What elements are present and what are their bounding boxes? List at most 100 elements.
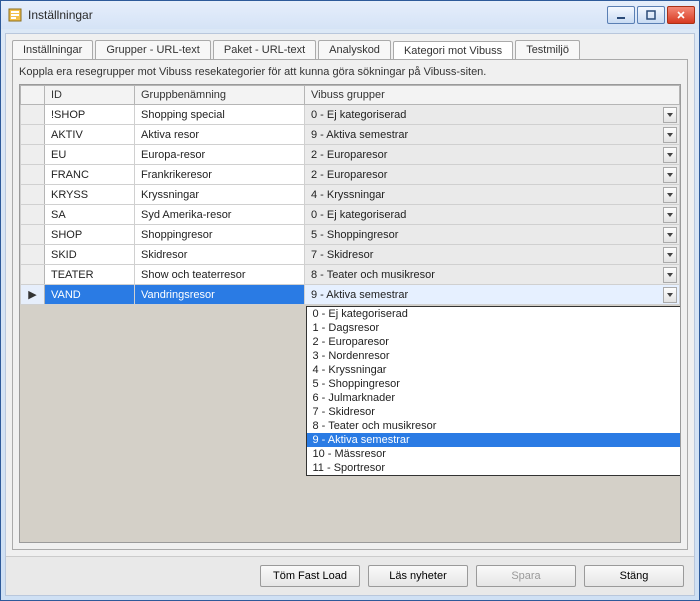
table-row[interactable]: !SHOPShopping special0 - Ej kategorisera…	[21, 105, 680, 125]
cell-vibuss-combo[interactable]: 0 - Ej kategoriserad	[305, 105, 680, 125]
tab-analyskod[interactable]: Analyskod	[318, 40, 391, 59]
cell-id[interactable]: EU	[45, 145, 135, 165]
clear-fast-load-button[interactable]: Töm Fast Load	[260, 565, 360, 587]
chevron-down-icon[interactable]	[663, 147, 677, 163]
cell-id[interactable]: !SHOP	[45, 105, 135, 125]
chevron-down-icon[interactable]	[663, 247, 677, 263]
cell-vibuss-combo[interactable]: 9 - Aktiva semestrar	[305, 125, 680, 145]
table-row[interactable]: KRYSSKryssningar 4 - Kryssningar	[21, 185, 680, 205]
table-row[interactable]: SHOPShoppingresor5 - Shoppingresor	[21, 225, 680, 245]
close-dialog-button[interactable]: Stäng	[584, 565, 684, 587]
chevron-down-icon[interactable]	[663, 127, 677, 143]
app-icon	[7, 7, 23, 23]
dropdown-option[interactable]: 1 - Dagsresor	[307, 321, 680, 335]
read-news-button[interactable]: Läs nyheter	[368, 565, 468, 587]
cell-name[interactable]: Show och teaterresor	[135, 265, 305, 285]
dropdown-option[interactable]: 6 - Julmarknader	[307, 391, 680, 405]
cell-id[interactable]: AKTIV	[45, 125, 135, 145]
dropdown-option[interactable]: 10 - Mässresor	[307, 447, 680, 461]
dropdown-option[interactable]: 7 - Skidresor	[307, 405, 680, 419]
dropdown-option[interactable]: 4 - Kryssningar	[307, 363, 680, 377]
cell-name[interactable]: Shopping special	[135, 105, 305, 125]
col-id[interactable]: ID	[45, 86, 135, 105]
cell-vibuss-combo[interactable]: 8 - Teater och musikresor	[305, 265, 680, 285]
cell-id[interactable]: KRYSS	[45, 185, 135, 205]
row-header[interactable]	[21, 205, 45, 225]
settings-window: Inställningar Inställningar Grupper - UR…	[0, 0, 700, 601]
table-row[interactable]: EUEuropa-resor 2 - Europaresor	[21, 145, 680, 165]
cell-name[interactable]: Syd Amerika-resor	[135, 205, 305, 225]
table-row[interactable]: SASyd Amerika-resor0 - Ej kategoriserad	[21, 205, 680, 225]
cell-id[interactable]: SKID	[45, 245, 135, 265]
dropdown-option[interactable]: 11 - Sportresor	[307, 461, 680, 475]
row-header[interactable]	[21, 185, 45, 205]
combo-value: 8 - Teater och musikresor	[311, 269, 435, 281]
cell-vibuss-combo[interactable]: 9 - Aktiva semestrar	[305, 285, 680, 305]
dropdown-option[interactable]: 2 - Europaresor	[307, 335, 680, 349]
titlebar: Inställningar	[1, 1, 699, 29]
col-name[interactable]: Gruppbenämning	[135, 86, 305, 105]
table-row[interactable]: FRANCFrankrikeresor 2 - Europaresor	[21, 165, 680, 185]
table-row[interactable]: SKIDSkidresor7 - Skidresor	[21, 245, 680, 265]
cell-name[interactable]: Skidresor	[135, 245, 305, 265]
cell-name[interactable]: Kryssningar	[135, 185, 305, 205]
cell-name[interactable]: Frankrikeresor	[135, 165, 305, 185]
row-header[interactable]	[21, 105, 45, 125]
cell-id[interactable]: FRANC	[45, 165, 135, 185]
tab-paket-url-text[interactable]: Paket - URL-text	[213, 40, 316, 59]
combo-value: 2 - Europaresor	[311, 169, 387, 181]
cell-vibuss-combo[interactable]: 0 - Ej kategoriserad	[305, 205, 680, 225]
cell-vibuss-combo[interactable]: 7 - Skidresor	[305, 245, 680, 265]
cell-name[interactable]: Aktiva resor	[135, 125, 305, 145]
minimize-button[interactable]	[607, 6, 635, 24]
col-rowheader[interactable]	[21, 86, 45, 105]
dropdown-option[interactable]: 3 - Nordenresor	[307, 349, 680, 363]
cell-id[interactable]: SHOP	[45, 225, 135, 245]
close-button[interactable]	[667, 6, 695, 24]
cell-name[interactable]: Shoppingresor	[135, 225, 305, 245]
cell-vibuss-combo[interactable]: 4 - Kryssningar	[305, 185, 680, 205]
combo-value: 4 - Kryssningar	[311, 189, 385, 201]
chevron-down-icon[interactable]	[663, 167, 677, 183]
save-button: Spara	[476, 565, 576, 587]
cell-id[interactable]: TEATER	[45, 265, 135, 285]
cell-vibuss-combo[interactable]: 5 - Shoppingresor	[305, 225, 680, 245]
cell-name[interactable]: Europa-resor	[135, 145, 305, 165]
row-header[interactable]	[21, 265, 45, 285]
col-vibuss[interactable]: Vibuss grupper	[305, 86, 680, 105]
combo-value: 2 - Europaresor	[311, 149, 387, 161]
tab-testmiljo[interactable]: Testmiljö	[515, 40, 580, 59]
dropdown-option[interactable]: 5 - Shoppingresor	[307, 377, 680, 391]
tab-kategori-mot-vibuss[interactable]: Kategori mot Vibuss	[393, 41, 513, 60]
chevron-down-icon[interactable]	[663, 107, 677, 123]
table-row[interactable]: AKTIVAktiva resor9 - Aktiva semestrar	[21, 125, 680, 145]
row-header[interactable]	[21, 145, 45, 165]
chevron-down-icon[interactable]	[663, 207, 677, 223]
dropdown-option[interactable]: 8 - Teater och musikresor	[307, 419, 680, 433]
row-header[interactable]: ▶	[21, 285, 45, 305]
chevron-down-icon[interactable]	[663, 187, 677, 203]
dropdown-option[interactable]: 9 - Aktiva semestrar	[307, 433, 680, 447]
row-header[interactable]	[21, 245, 45, 265]
chevron-down-icon[interactable]	[663, 287, 677, 303]
minimize-icon	[616, 10, 626, 20]
chevron-down-icon[interactable]	[663, 227, 677, 243]
row-header[interactable]	[21, 225, 45, 245]
tab-grupper-url-text[interactable]: Grupper - URL-text	[95, 40, 211, 59]
tab-panel: Koppla era resegrupper mot Vibuss reseka…	[12, 59, 688, 550]
row-header[interactable]	[21, 125, 45, 145]
dropdown-option[interactable]: 0 - Ej kategoriserad	[307, 307, 680, 321]
tab-installningar[interactable]: Inställningar	[12, 40, 93, 59]
cell-id[interactable]: VAND	[45, 285, 135, 305]
table-row[interactable]: ▶VANDVandringsresor9 - Aktiva semestrar	[21, 285, 680, 305]
cell-id[interactable]: SA	[45, 205, 135, 225]
cell-name[interactable]: Vandringsresor	[135, 285, 305, 305]
cell-vibuss-combo[interactable]: 2 - Europaresor	[305, 145, 680, 165]
cell-vibuss-combo[interactable]: 2 - Europaresor	[305, 165, 680, 185]
maximize-button[interactable]	[637, 6, 665, 24]
vibuss-dropdown[interactable]: 0 - Ej kategoriserad1 - Dagsresor2 - Eur…	[306, 306, 681, 476]
row-header[interactable]	[21, 165, 45, 185]
client-area: Inställningar Grupper - URL-text Paket -…	[5, 33, 695, 596]
chevron-down-icon[interactable]	[663, 267, 677, 283]
table-row[interactable]: TEATERShow och teaterresor 8 - Teater och…	[21, 265, 680, 285]
